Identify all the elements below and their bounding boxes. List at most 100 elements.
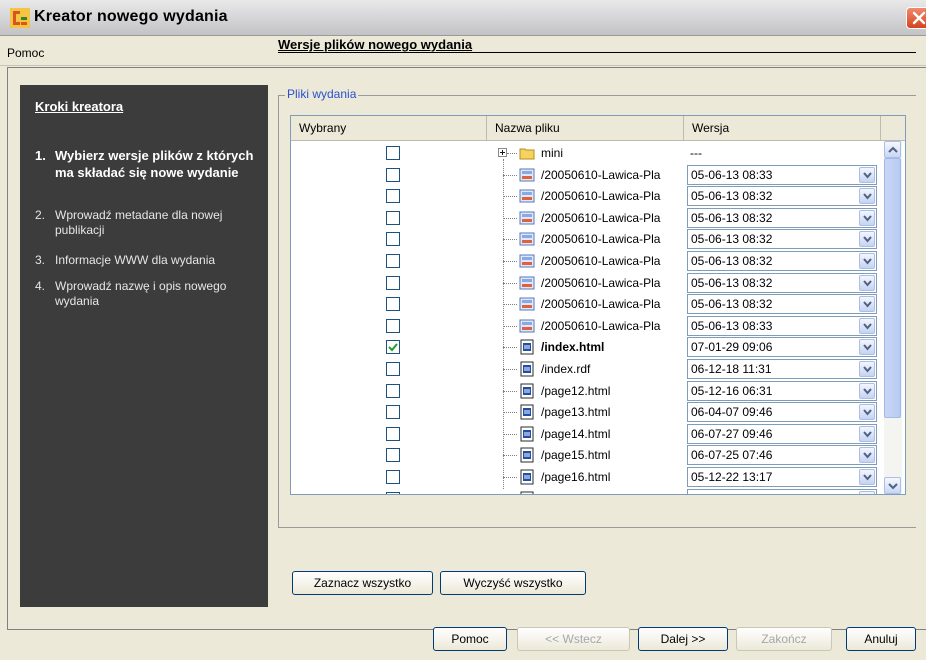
- scroll-up-button[interactable]: [884, 141, 901, 158]
- image-file-icon: [519, 167, 535, 183]
- menu-help[interactable]: Pomoc: [7, 46, 44, 60]
- dropdown-button[interactable]: [859, 209, 875, 226]
- tree-line: [503, 390, 517, 392]
- chevron-down-icon: [888, 483, 898, 490]
- version-select[interactable]: 05-06-13 08:33: [687, 164, 877, 185]
- dropdown-button[interactable]: [859, 361, 875, 377]
- tree-line: [503, 347, 517, 349]
- version-value: 06-04-07 09:46: [691, 405, 773, 420]
- table-row: /page16.html 05-12-22 13:17: [291, 466, 881, 488]
- version-select[interactable]: 05-06-13 08:32: [687, 186, 877, 207]
- select-checkbox[interactable]: [386, 189, 400, 204]
- dropdown-button[interactable]: [859, 339, 875, 356]
- dropdown-button[interactable]: [859, 296, 875, 313]
- select-checkbox[interactable]: [386, 297, 400, 312]
- table-row: /20050610-Lawica-Pla 05-06-13 08:33: [291, 315, 881, 337]
- version-select[interactable]: 06-04-07 09:46: [687, 402, 877, 423]
- select-checkbox[interactable]: [386, 146, 400, 160]
- select-checkbox[interactable]: [386, 254, 400, 268]
- wizard-steps-sidebar: Kroki kreatora 1. Wybierz wersje plików …: [20, 85, 268, 607]
- tree-line: [503, 433, 517, 435]
- scroll-down-button[interactable]: [884, 477, 901, 494]
- version-select[interactable]: 05-06-13 08:32: [687, 207, 877, 228]
- dropdown-button[interactable]: [859, 317, 875, 334]
- version-value: 05-06-13 08:32: [691, 297, 773, 312]
- tree-line: [503, 412, 517, 414]
- select-checkbox[interactable]: [386, 318, 400, 333]
- version-value: 06-12-18 11:31: [691, 362, 772, 376]
- expand-toggle-icon[interactable]: [498, 148, 507, 157]
- select-checkbox[interactable]: [386, 275, 400, 290]
- step-text: Wprowadź metadane dla nowej publikacji: [55, 208, 223, 237]
- table-row: /page17.html 05-11-18 10:12: [291, 488, 881, 494]
- column-header-filename[interactable]: Nazwa pliku: [487, 116, 684, 140]
- dropdown-button[interactable]: [859, 382, 875, 399]
- version-select[interactable]: 05-11-18 10:12: [687, 488, 877, 494]
- dropdown-button[interactable]: [859, 469, 875, 485]
- cancel-button[interactable]: Anuluj: [846, 627, 916, 651]
- select-checkbox[interactable]: [386, 405, 400, 420]
- version-select[interactable]: 05-06-13 08:33: [687, 315, 877, 336]
- select-checkbox[interactable]: [386, 470, 400, 484]
- help-button[interactable]: Pomoc: [433, 627, 507, 651]
- back-button[interactable]: << Wstecz: [517, 627, 630, 651]
- select-checkbox[interactable]: [386, 167, 400, 182]
- version-value: 05-12-22 13:17: [691, 470, 773, 484]
- dropdown-button[interactable]: [859, 404, 875, 421]
- version-select[interactable]: 05-12-22 13:17: [687, 467, 877, 487]
- file-name: mini: [541, 146, 564, 160]
- file-name: /20050610-Lawica-Pla: [541, 275, 661, 290]
- dropdown-button[interactable]: [859, 425, 875, 442]
- select-checkbox[interactable]: [386, 232, 400, 247]
- select-checkbox[interactable]: [386, 383, 400, 398]
- table-row: /20050610-Lawica-Pla 05-06-13 08:32: [291, 228, 881, 250]
- step-number: 1.: [35, 148, 46, 163]
- select-checkbox[interactable]: [386, 426, 400, 441]
- select-checkbox[interactable]: [386, 491, 400, 494]
- file-name: /page15.html: [541, 448, 611, 463]
- table-row: /page12.html 05-12-16 06:31: [291, 380, 881, 402]
- table-row: /20050610-Lawica-Pla 05-06-13 08:32: [291, 185, 881, 207]
- dropdown-button[interactable]: [859, 490, 875, 494]
- title-bar: Kreator nowego wydania: [0, 0, 926, 36]
- dropdown-button[interactable]: [859, 447, 875, 464]
- dropdown-button[interactable]: [859, 166, 875, 183]
- version-select[interactable]: 07-01-29 09:06: [687, 337, 877, 358]
- version-select[interactable]: 05-06-13 08:32: [687, 272, 877, 293]
- chevron-down-icon: [863, 409, 872, 416]
- select-checkbox[interactable]: [386, 340, 400, 355]
- version-select[interactable]: 05-12-16 06:31: [687, 380, 877, 401]
- table-row: /page13.html 06-04-07 09:46: [291, 401, 881, 423]
- chevron-down-icon: [863, 431, 872, 438]
- tree-line: [503, 174, 517, 176]
- scroll-thumb[interactable]: [884, 158, 901, 418]
- version-select[interactable]: 06-07-27 09:46: [687, 423, 877, 444]
- chevron-down-icon: [863, 323, 872, 330]
- column-header-version[interactable]: Wersja: [684, 116, 881, 140]
- dropdown-button[interactable]: [859, 231, 875, 248]
- select-checkbox[interactable]: [386, 210, 400, 225]
- back-label: << Wstecz: [545, 632, 602, 646]
- html-file-icon: [519, 361, 535, 377]
- vertical-scrollbar[interactable]: [884, 141, 902, 494]
- version-select[interactable]: 05-06-13 08:32: [687, 294, 877, 315]
- select-checkbox[interactable]: [386, 362, 400, 376]
- next-button[interactable]: Dalej >>: [638, 627, 728, 651]
- select-all-button[interactable]: Zaznacz wszystko: [292, 571, 433, 595]
- version-select[interactable]: 05-06-13 08:32: [687, 251, 877, 271]
- dropdown-button[interactable]: [859, 188, 875, 205]
- file-name: /20050610-Lawica-Pla: [541, 254, 661, 268]
- dropdown-button[interactable]: [859, 274, 875, 291]
- column-header-selected[interactable]: Wybrany: [291, 116, 487, 140]
- finish-button[interactable]: Zakończ: [736, 627, 832, 651]
- image-file-icon: [519, 210, 535, 226]
- version-select[interactable]: 06-12-18 11:31: [687, 359, 877, 379]
- version-select[interactable]: 06-07-25 07:46: [687, 445, 877, 466]
- select-checkbox[interactable]: [386, 448, 400, 463]
- html-file-icon: [519, 469, 535, 485]
- file-name: /20050610-Lawica-Pla: [541, 167, 661, 182]
- clear-all-button[interactable]: Wyczyść wszystko: [440, 571, 586, 595]
- dropdown-button[interactable]: [859, 253, 875, 269]
- version-select[interactable]: 05-06-13 08:32: [687, 229, 877, 250]
- close-button[interactable]: [906, 7, 926, 29]
